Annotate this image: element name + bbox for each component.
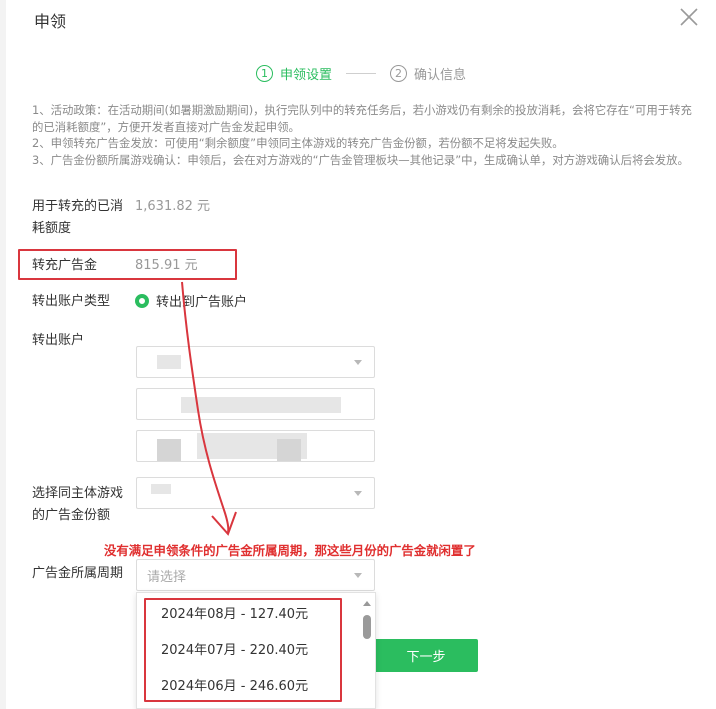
policy-note-2: 2、申领转充广告金发放：可使用“剩余额度”申领同主体游戏的转充广告金份额，若份额… — [32, 136, 564, 150]
account-label: 转出账户 — [32, 333, 85, 348]
step-2-number: 2 — [390, 64, 408, 82]
account-select[interactable] — [136, 346, 375, 378]
account-id-field[interactable] — [136, 430, 375, 462]
period-label: 广告金所属周期 — [32, 566, 124, 581]
redacted-block — [157, 355, 181, 369]
policy-note-3: 3、广告金份额所属游戏确认：申领后，会在对方游戏的“广告金管理板块—其他记录”中… — [32, 152, 689, 167]
account-type-label: 转出账户类型 — [32, 294, 111, 309]
annotation-text: 没有满足申领条件的广告金所属周期，那这些月份的广告金就闲置了 — [104, 543, 476, 558]
apply-dialog: 申领 1 申领设置 2 确认信息 1、活动政策：在活动期间(如暑期激励期间)，执… — [0, 0, 716, 709]
transfer-value: 815.91 元 — [135, 258, 198, 273]
transfer-label: 转充广告金 — [32, 258, 98, 273]
step-indicator: 1 申领设置 2 确认信息 — [256, 62, 466, 84]
same-entity-select[interactable] — [136, 477, 375, 509]
step-1: 1 申领设置 — [256, 64, 332, 83]
chevron-down-icon — [354, 491, 362, 496]
scroll-thumb[interactable] — [363, 615, 371, 639]
radio-checked-icon — [135, 293, 149, 308]
account-type-option: 转出到广告账户 — [156, 295, 248, 310]
consumed-value: 1,631.82 元 — [135, 199, 211, 214]
redacted-block — [151, 484, 171, 494]
step-divider — [346, 72, 377, 74]
redacted-block — [181, 397, 341, 413]
dialog-title: 申领 — [34, 12, 67, 31]
policy-note-1: 1、活动政策：在活动期间(如暑期激励期间)，执行完队列中的转充任务后，若小游戏仍… — [32, 103, 692, 134]
step-1-label: 申领设置 — [280, 67, 333, 83]
period-placeholder: 请选择 — [147, 570, 187, 585]
account-name-field[interactable] — [136, 388, 375, 420]
step-2: 2 确认信息 — [390, 64, 466, 83]
chevron-down-icon — [354, 573, 362, 578]
close-icon[interactable] — [678, 6, 700, 28]
account-type-radio[interactable]: 转出到广告账户 — [135, 291, 247, 310]
dropdown-scrollbar[interactable] — [361, 593, 373, 709]
scroll-up-icon[interactable] — [363, 601, 371, 606]
next-button[interactable]: 下一步 — [374, 639, 478, 672]
redacted-block — [277, 439, 301, 461]
policy-notes: 1、活动政策：在活动期间(如暑期激励期间)，执行完队列中的转充任务后，若小游戏仍… — [32, 102, 700, 168]
step-1-number: 1 — [256, 64, 273, 82]
consumed-label: 用于转充的已消耗额度 — [32, 199, 124, 236]
background-edge — [0, 0, 6, 709]
highlight-box-periods — [144, 598, 342, 702]
step-2-label: 确认信息 — [414, 67, 467, 83]
redacted-block — [157, 439, 181, 461]
period-select[interactable]: 请选择 — [136, 559, 375, 591]
chevron-down-icon — [354, 360, 362, 365]
same-entity-label: 选择同主体游戏的广告金份额 — [32, 486, 124, 523]
